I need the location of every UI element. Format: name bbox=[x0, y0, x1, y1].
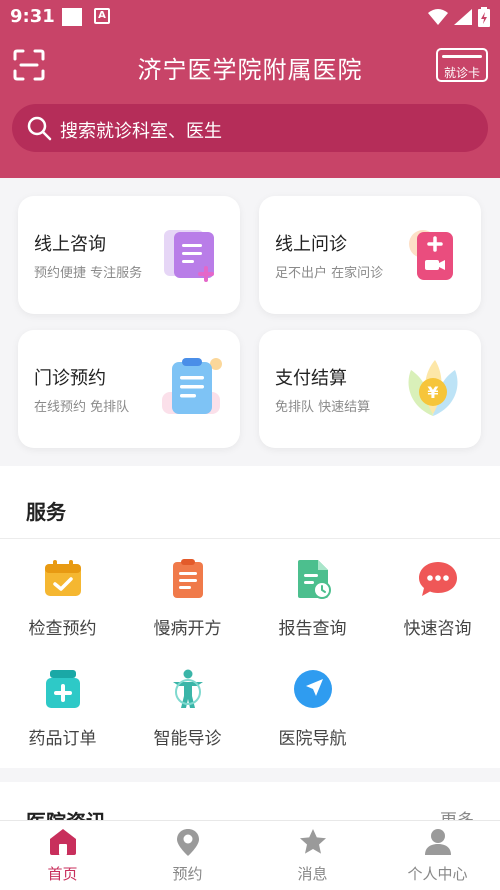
consult-doc-icon bbox=[164, 230, 214, 282]
service-hospital-navigation[interactable]: 医院导航 bbox=[250, 668, 375, 768]
online-diagnosis-card[interactable]: 线上问诊 足不出户 在家问诊 bbox=[259, 196, 481, 314]
card-stripe bbox=[442, 55, 482, 58]
service-quick-consult[interactable]: 快速咨询 bbox=[375, 558, 500, 658]
service-exam-booking[interactable]: 检查预约 bbox=[0, 558, 125, 658]
home-icon bbox=[50, 829, 76, 855]
card-subtitle: 免排队 快速结算 bbox=[275, 400, 371, 415]
prescription-icon bbox=[173, 559, 203, 598]
service-label: 检查预约 bbox=[28, 619, 97, 639]
search-placeholder: 搜索就诊科室、医生 bbox=[60, 121, 222, 142]
video-consult-icon bbox=[409, 230, 453, 280]
card-subtitle: 足不出户 在家问诊 bbox=[275, 266, 384, 281]
card-title: 线上咨询 bbox=[34, 234, 106, 255]
tab-messages[interactable]: 消息 bbox=[250, 821, 375, 890]
service-report-query[interactable]: 报告查询 bbox=[250, 558, 375, 658]
app-header: 9:31 A 济宁医学院附属医院 就诊卡 搜索就诊科室、医生 bbox=[0, 0, 500, 178]
search-bar[interactable]: 搜索就诊科室、医生 bbox=[12, 104, 488, 152]
card-subtitle: 预约便捷 专注服务 bbox=[34, 266, 143, 281]
medical-card-label: 就诊卡 bbox=[443, 66, 480, 80]
star-icon bbox=[300, 829, 326, 854]
card-subtitle: 在线预约 免排队 bbox=[34, 400, 130, 415]
title-row: 济宁医学院附属医院 就诊卡 bbox=[0, 42, 500, 90]
search-icon bbox=[27, 116, 52, 141]
tab-home[interactable]: 首页 bbox=[0, 821, 125, 890]
person-icon bbox=[425, 829, 451, 855]
wifi-icon bbox=[428, 9, 448, 25]
notification-a-icon: A bbox=[94, 8, 110, 24]
service-label: 慢病开方 bbox=[153, 619, 222, 639]
services-section: 服务 检查预约 慢病开方 报告查询 快速咨询 药品订单 智能导诊 医院导航 bbox=[0, 466, 500, 768]
medical-card-button[interactable]: 就诊卡 bbox=[436, 48, 488, 82]
service-label: 医院导航 bbox=[278, 729, 347, 749]
services-title: 服务 bbox=[26, 500, 66, 524]
divider bbox=[0, 538, 500, 539]
tab-label: 预约 bbox=[172, 865, 203, 883]
yuan-coin-icon: ¥ bbox=[408, 360, 458, 416]
report-icon bbox=[298, 560, 331, 599]
page-title: 济宁医学院附属医院 bbox=[137, 56, 363, 84]
notification-square-icon bbox=[62, 8, 82, 26]
online-consult-card[interactable]: 线上咨询 预约便捷 专注服务 bbox=[18, 196, 240, 314]
service-medicine-order[interactable]: 药品订单 bbox=[0, 668, 125, 768]
service-label: 快速咨询 bbox=[403, 619, 472, 639]
medicine-box-icon bbox=[46, 670, 80, 708]
status-bar: 9:31 A bbox=[0, 0, 500, 34]
service-label: 报告查询 bbox=[278, 619, 347, 639]
service-smart-guide[interactable]: 智能导诊 bbox=[125, 668, 250, 768]
location-pin-icon bbox=[177, 829, 199, 856]
tab-label: 首页 bbox=[47, 865, 78, 883]
tab-label: 消息 bbox=[297, 865, 328, 883]
card-title: 门诊预约 bbox=[34, 368, 106, 389]
outpatient-booking-card[interactable]: 门诊预约 在线预约 免排队 bbox=[18, 330, 240, 448]
chat-bubble-icon bbox=[419, 562, 457, 596]
tab-appointment[interactable]: 预约 bbox=[125, 821, 250, 890]
status-icons bbox=[428, 6, 490, 28]
status-time: 9:31 bbox=[10, 6, 55, 27]
quick-actions: 线上咨询 预约便捷 专注服务 线上问诊 足不出户 在家问诊 门诊预约 在线预约 … bbox=[0, 178, 500, 466]
card-title: 线上问诊 bbox=[275, 234, 347, 255]
service-label: 药品订单 bbox=[28, 729, 97, 749]
calendar-check-icon bbox=[45, 560, 81, 596]
tab-profile[interactable]: 个人中心 bbox=[375, 821, 500, 890]
service-chronic-prescription[interactable]: 慢病开方 bbox=[125, 558, 250, 658]
clipboard-icon bbox=[162, 358, 222, 414]
body-guide-icon bbox=[173, 669, 203, 708]
battery-icon bbox=[478, 7, 490, 27]
card-title: 支付结算 bbox=[275, 368, 347, 389]
tab-label: 个人中心 bbox=[407, 865, 468, 883]
navigation-icon bbox=[294, 670, 332, 708]
bottom-tab-bar: 首页 预约 消息 个人中心 bbox=[0, 820, 500, 890]
svg-text:¥: ¥ bbox=[427, 383, 438, 402]
service-label: 智能导诊 bbox=[153, 729, 222, 749]
payment-card[interactable]: 支付结算 免排队 快速结算 ¥ bbox=[259, 330, 481, 448]
signal-icon bbox=[454, 9, 472, 25]
